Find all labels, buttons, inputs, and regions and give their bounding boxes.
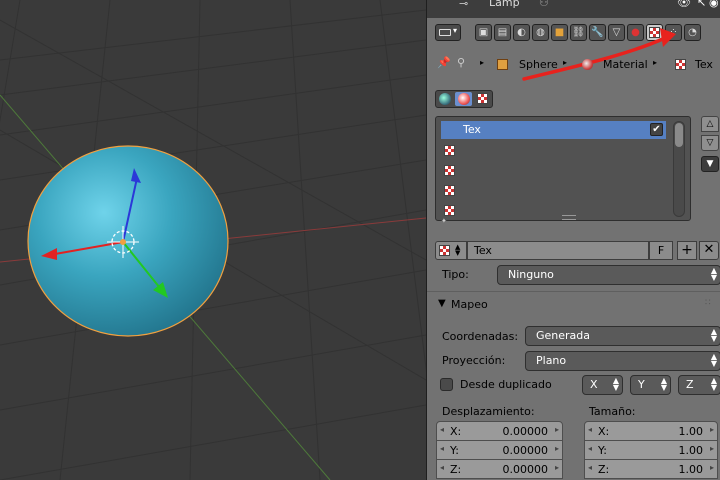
type-value: Ninguno xyxy=(508,268,554,281)
texture-slot-list[interactable]: Tex ✔ ✦ xyxy=(435,116,691,225)
scrollbar-thumb[interactable] xyxy=(675,123,683,147)
panel-separator xyxy=(427,291,720,292)
size-z-field[interactable]: ◂ Z: 1.00 ▸ xyxy=(584,459,718,479)
viewport-canvas xyxy=(0,0,426,480)
breadcrumb-material[interactable]: Material xyxy=(603,58,648,71)
type-label: Tipo: xyxy=(442,268,469,281)
texture-browse-icon xyxy=(439,245,450,256)
annotation-arrow-icon xyxy=(522,28,676,81)
mapping-panel-title: Mapeo xyxy=(451,298,488,311)
offset-z-field[interactable]: ◂ Z: 0.00000 ▸ xyxy=(436,459,563,479)
fake-user-button[interactable]: F xyxy=(649,241,673,260)
empty-slot-icon[interactable] xyxy=(444,205,455,216)
offset-x-field[interactable]: ◂ X: 0.00000 ▸ xyxy=(436,421,563,441)
move-down-button[interactable]: ▽ xyxy=(701,135,719,151)
coordinates-value: Generada xyxy=(536,329,591,342)
sphere-object[interactable] xyxy=(27,145,229,337)
3d-viewport[interactable] xyxy=(0,0,426,480)
size-y-field[interactable]: ◂ Y: 1.00 ▸ xyxy=(584,440,718,460)
plus-icon: + xyxy=(681,242,693,258)
chevron-updown-icon: ▲ ▼ xyxy=(710,352,717,368)
properties-editor: ⊸ Lamp ⚇ 👁 ↖ ◉ ▾ ▣ ▤ ◐ ◍ ■ ⛓ 🔧 ▽ ● ⁘ ◔ 📌… xyxy=(426,0,720,480)
axis-z-dropdown[interactable]: Z ▲ ▼ xyxy=(678,375,720,395)
empty-slot-icon[interactable] xyxy=(444,165,455,176)
list-resize-handle[interactable] xyxy=(562,215,576,220)
empty-slot-icon[interactable] xyxy=(444,145,455,156)
slot-enabled-checkbox[interactable]: ✔ xyxy=(650,123,663,136)
axis-x-dropdown[interactable]: X ▲ ▼ xyxy=(582,375,623,395)
breadcrumb-object[interactable]: Sphere xyxy=(519,58,558,71)
new-texture-button[interactable]: + xyxy=(677,241,697,260)
texture-name: Tex xyxy=(474,244,492,257)
projection-dropdown[interactable]: Plano ▲ ▼ xyxy=(525,351,720,371)
texture-icon xyxy=(675,59,686,70)
browse-texture-button[interactable]: ▲ ▼ xyxy=(435,241,467,260)
type-dropdown[interactable]: Ninguno ▲ ▼ xyxy=(497,265,720,285)
texture-slot-active[interactable]: Tex ✔ xyxy=(441,121,666,139)
from-dupli-label: Desde duplicado xyxy=(460,378,552,391)
axis-y-dropdown[interactable]: Y ▲ ▼ xyxy=(630,375,671,395)
size-label: Tamaño: xyxy=(589,405,636,418)
projection-label: Proyección: xyxy=(442,354,506,367)
texture-slot-label: Tex xyxy=(463,123,481,136)
coordinates-dropdown[interactable]: Generada ▲ ▼ xyxy=(525,326,720,346)
chevron-updown-icon: ▲ ▼ xyxy=(612,376,619,392)
texture-name-field[interactable]: Tex xyxy=(467,241,649,260)
brush-texture-icon[interactable] xyxy=(477,93,488,104)
breadcrumb-texture[interactable]: Tex xyxy=(695,58,713,71)
list-filter-icon[interactable]: ✦ xyxy=(441,217,447,225)
specials-menu-button[interactable]: ▼ xyxy=(701,156,719,172)
scene-icon: ⚲ xyxy=(457,56,466,69)
texture-context-selector xyxy=(435,90,493,108)
unlink-texture-button[interactable]: ✕ xyxy=(699,241,719,260)
chevron-updown-icon: ▲ ▼ xyxy=(710,327,717,343)
world-texture-icon[interactable] xyxy=(439,93,451,105)
material-sphere-icon xyxy=(582,59,593,70)
empty-slot-icon[interactable] xyxy=(444,185,455,196)
slot-list-scrollbar[interactable] xyxy=(673,121,685,217)
mapping-panel-header[interactable]: ▼ Mapeo ∷ xyxy=(427,294,720,316)
collapse-arrow-icon: ▼ xyxy=(438,298,446,309)
object-cube-icon xyxy=(497,59,508,70)
move-up-button[interactable]: △ xyxy=(701,116,719,132)
chevron-updown-icon: ▲ ▼ xyxy=(660,376,667,392)
pin-icon[interactable]: 📌 xyxy=(437,56,451,69)
size-x-field[interactable]: ◂ X: 1.00 ▸ xyxy=(584,421,718,441)
chevron-updown-icon: ▲ ▼ xyxy=(710,266,717,282)
chevron-updown-icon: ▲ ▼ xyxy=(710,376,717,392)
material-ball-icon xyxy=(458,93,470,105)
drag-grip-icon[interactable]: ∷ xyxy=(705,298,711,308)
from-dupli-checkbox[interactable] xyxy=(440,378,453,391)
close-icon: ✕ xyxy=(703,242,715,257)
coordinates-label: Coordenadas: xyxy=(442,330,519,343)
offset-label: Desplazamiento: xyxy=(442,405,535,418)
breadcrumb: 📌 ⚲ ▸ Sphere ▸ Material ▸ Tex xyxy=(437,56,713,71)
projection-value: Plano xyxy=(536,354,567,367)
offset-y-field[interactable]: ◂ Y: 0.00000 ▸ xyxy=(436,440,563,460)
